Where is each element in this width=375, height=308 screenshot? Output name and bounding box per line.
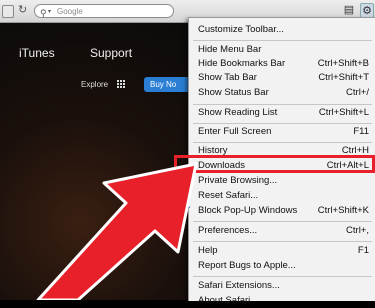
menu-separator — [193, 104, 372, 105]
menu-item-safari-extensions[interactable]: Safari Extensions... — [189, 279, 375, 293]
menu-item-show-status-bar[interactable]: Show Status Bar Ctrl+/ — [189, 86, 375, 100]
menu-item-block-popups[interactable]: ✔ Block Pop-Up Windows Ctrl+Shift+K — [183, 204, 375, 218]
menu-separator — [193, 142, 372, 143]
menu-item-hide-bookmarks-bar[interactable]: Hide Bookmarks Bar Ctrl+Shift+B — [189, 57, 375, 71]
search-placeholder: Google — [57, 7, 83, 16]
menu-separator — [193, 123, 372, 124]
explore-link[interactable]: Explore — [81, 80, 108, 89]
sidebar-toggle[interactable] — [2, 5, 14, 18]
menu-item-preferences[interactable]: Preferences... Ctrl+, — [189, 224, 375, 238]
menu-item-show-tab-bar[interactable]: Show Tab Bar Ctrl+Shift+T — [189, 71, 375, 85]
gear-icon[interactable]: ⚙ — [360, 3, 374, 18]
menu-item-show-reading-list[interactable]: Show Reading List Ctrl+Shift+L — [189, 106, 375, 120]
menu-item-help[interactable]: Help F1 — [189, 244, 375, 258]
menu-separator — [193, 40, 372, 41]
checkmark-icon: ✔ — [183, 205, 192, 216]
search-field[interactable]: ⚲ ▾ Google — [34, 4, 174, 18]
grid-icon[interactable] — [117, 80, 125, 88]
nav-itunes[interactable]: iTunes — [19, 46, 55, 60]
menu-item-about-safari[interactable]: About Safari — [189, 294, 375, 308]
menu-separator — [193, 241, 372, 242]
site-nav: iTunes Support — [0, 23, 190, 60]
menu-separator — [193, 276, 372, 277]
menu-item-hide-menu-bar[interactable]: Hide Menu Bar — [189, 43, 375, 57]
downloads-highlight-box — [174, 155, 375, 173]
page-menu-icon[interactable]: ▤ — [342, 3, 356, 18]
buy-button[interactable]: Buy No — [144, 77, 190, 92]
menu-item-private-browsing[interactable]: Private Browsing... — [189, 174, 375, 188]
menu-separator — [193, 221, 372, 222]
menu-item-report-bugs[interactable]: Report Bugs to Apple... — [189, 259, 375, 273]
chevron-down-icon: ▾ — [48, 9, 52, 15]
menu-item-enter-full-screen[interactable]: Enter Full Screen F11 — [189, 125, 375, 139]
search-icon: ⚲ — [40, 8, 47, 18]
reload-icon[interactable]: ↻ — [18, 3, 27, 16]
menu-item-reset-safari[interactable]: Reset Safari... — [189, 189, 375, 203]
menu-item-customize-toolbar[interactable]: Customize Toolbar... — [189, 23, 375, 37]
nav-support[interactable]: Support — [90, 46, 132, 60]
